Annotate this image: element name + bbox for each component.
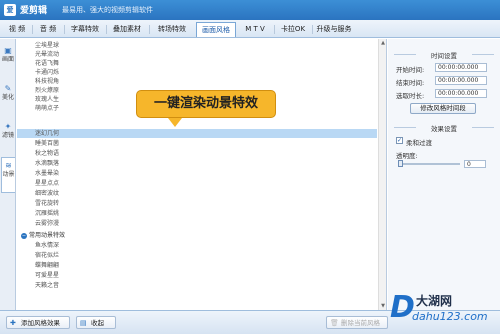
watermark-name: 大湖网 bbox=[416, 294, 453, 308]
end-time-label: 结束时间: bbox=[396, 79, 425, 87]
category-label: 常用动景特效 bbox=[29, 232, 66, 239]
opacity-slider-thumb[interactable] bbox=[398, 160, 403, 167]
opacity-label: 透明度: bbox=[396, 152, 418, 160]
scroll-up-icon[interactable]: ▲ bbox=[379, 39, 386, 47]
scroll-down-icon[interactable]: ▼ bbox=[379, 302, 386, 310]
effect-section-title: 效果设置 bbox=[431, 125, 457, 133]
filter-icon: ✦ bbox=[4, 122, 12, 131]
list-item[interactable]: 秋之物语 bbox=[17, 149, 377, 158]
callout-pointer bbox=[168, 118, 182, 127]
watermark-logo-letter: D bbox=[390, 290, 415, 325]
side-tab-filter[interactable]: ✦ 滤镜 bbox=[1, 119, 15, 155]
tab-transition-effects[interactable]: 转场特效 bbox=[151, 22, 193, 37]
side-tab-beautify[interactable]: ✎ 美化 bbox=[1, 81, 15, 117]
tab-audio[interactable]: 音 频 bbox=[34, 22, 62, 37]
tab-mtv[interactable]: M T V bbox=[238, 22, 272, 37]
app-slogan: 最易用、强大的视频剪辑软件 bbox=[62, 6, 153, 14]
site-watermark: D 大湖网 dahu123.com bbox=[390, 290, 500, 334]
time-section-title: 时间设置 bbox=[431, 52, 457, 60]
divider bbox=[472, 127, 494, 128]
list-item[interactable]: 花语飞舞 bbox=[17, 59, 377, 68]
tab-divider bbox=[106, 25, 107, 34]
collapse-icon: − bbox=[21, 232, 27, 239]
list-item[interactable]: 水滴飘落 bbox=[17, 159, 377, 168]
list-item[interactable]: 细密波纹 bbox=[17, 189, 377, 198]
list-item[interactable]: 可爱星星 bbox=[17, 271, 377, 280]
callout-banner: 一键渲染动景特效 bbox=[136, 90, 276, 118]
end-time-input[interactable]: 00:00:00.000 bbox=[435, 76, 487, 85]
soft-transition-label: 柔和过渡 bbox=[406, 139, 432, 147]
duration-label: 选取时长: bbox=[396, 92, 425, 100]
collapse-button[interactable]: ▤ 收起 bbox=[76, 316, 116, 329]
start-time-label: 开始时间: bbox=[396, 66, 425, 74]
list-item[interactable]: 尘埃星球 bbox=[17, 41, 377, 50]
collapse-list-icon: ▤ bbox=[80, 319, 87, 327]
side-tab-motion[interactable]: ≋ 动景 bbox=[1, 157, 15, 193]
modify-time-button[interactable]: 修改风格时间段 bbox=[410, 103, 476, 114]
tab-subtitle-effects[interactable]: 字幕特效 bbox=[66, 22, 104, 37]
list-item[interactable]: 卡通闪烁 bbox=[17, 68, 377, 77]
tab-upgrade-service[interactable]: 升级与服务 bbox=[314, 22, 354, 37]
list-scrollbar[interactable]: ▲ ▼ bbox=[378, 39, 386, 310]
list-item[interactable]: 星星点点 bbox=[17, 179, 377, 188]
add-icon: ✚ bbox=[10, 319, 16, 327]
watermark-url: dahu123.com bbox=[412, 310, 488, 323]
add-style-button[interactable]: ✚ 添加风格效果 bbox=[6, 316, 70, 329]
settings-panel: 时间设置 开始时间: 00:00:00.000 结束时间: 00:00:00.0… bbox=[388, 39, 500, 310]
soft-transition-checkbox[interactable]: ✓ bbox=[396, 137, 403, 144]
tab-divider bbox=[149, 25, 150, 34]
tab-divider bbox=[32, 25, 33, 34]
motion-icon: ≋ bbox=[5, 161, 12, 170]
tab-karaoke[interactable]: 卡拉OK bbox=[276, 22, 310, 37]
app-name: 爱剪辑 bbox=[20, 6, 48, 16]
tab-divider bbox=[64, 25, 65, 34]
duration-input[interactable]: 00:00:00.000 bbox=[435, 89, 487, 98]
list-item[interactable]: 沉雁摇姚 bbox=[17, 209, 377, 218]
main-tab-bar: 视 频 音 频 字幕特效 叠加素材 转场特效 画面风格 M T V 卡拉OK 升… bbox=[0, 20, 500, 38]
tab-overlay-material[interactable]: 叠加素材 bbox=[108, 22, 146, 37]
list-item[interactable]: 科技视角 bbox=[17, 77, 377, 86]
app-logo-icon: 爱 bbox=[4, 4, 16, 16]
brush-icon: ✎ bbox=[4, 84, 12, 93]
tab-divider bbox=[312, 25, 313, 34]
list-item[interactable]: 光晕流动 bbox=[17, 50, 377, 59]
side-tab-picture[interactable]: ▣ 画面 bbox=[1, 43, 15, 79]
opacity-slider[interactable] bbox=[398, 163, 460, 165]
delete-style-button[interactable]: 🗑 删除当前风格 bbox=[326, 316, 388, 329]
title-bar: 爱 爱剪辑 最易用、强大的视频剪辑软件 bbox=[0, 0, 500, 20]
list-item-selected[interactable]: 迷幻几何 bbox=[17, 129, 377, 138]
tab-picture-style[interactable]: 画面风格 bbox=[196, 22, 236, 37]
opacity-value-input[interactable]: 0 bbox=[464, 160, 486, 168]
trash-icon: 🗑 bbox=[330, 319, 339, 327]
list-item[interactable]: 雪花旋转 bbox=[17, 199, 377, 208]
tab-divider bbox=[274, 25, 275, 34]
list-item[interactable]: 云雾弥漫 bbox=[17, 219, 377, 228]
list-item[interactable]: 蝶舞翩翩 bbox=[17, 261, 377, 270]
side-tab-bar: ▣ 画面 ✎ 美化 ✦ 滤镜 ≋ 动景 bbox=[0, 39, 16, 310]
tab-video[interactable]: 视 频 bbox=[3, 22, 31, 37]
list-item[interactable]: 天籁之音 bbox=[17, 281, 377, 290]
list-category-header[interactable]: − 常用动景特效 bbox=[17, 231, 377, 240]
divider bbox=[472, 54, 494, 55]
start-time-input[interactable]: 00:00:00.000 bbox=[435, 63, 487, 72]
list-item[interactable]: 鱼水情深 bbox=[17, 241, 377, 250]
image-icon: ▣ bbox=[4, 46, 12, 55]
list-item[interactable]: 睡美百菌 bbox=[17, 139, 377, 148]
list-item[interactable]: 宿花似烂 bbox=[17, 251, 377, 260]
list-item[interactable]: 水墨晕染 bbox=[17, 169, 377, 178]
effect-list: 尘埃星球 光晕流动 花语飞舞 卡通闪烁 科技视角 烈火燎原 玫瑰人生 萌萌点子 … bbox=[17, 39, 387, 310]
